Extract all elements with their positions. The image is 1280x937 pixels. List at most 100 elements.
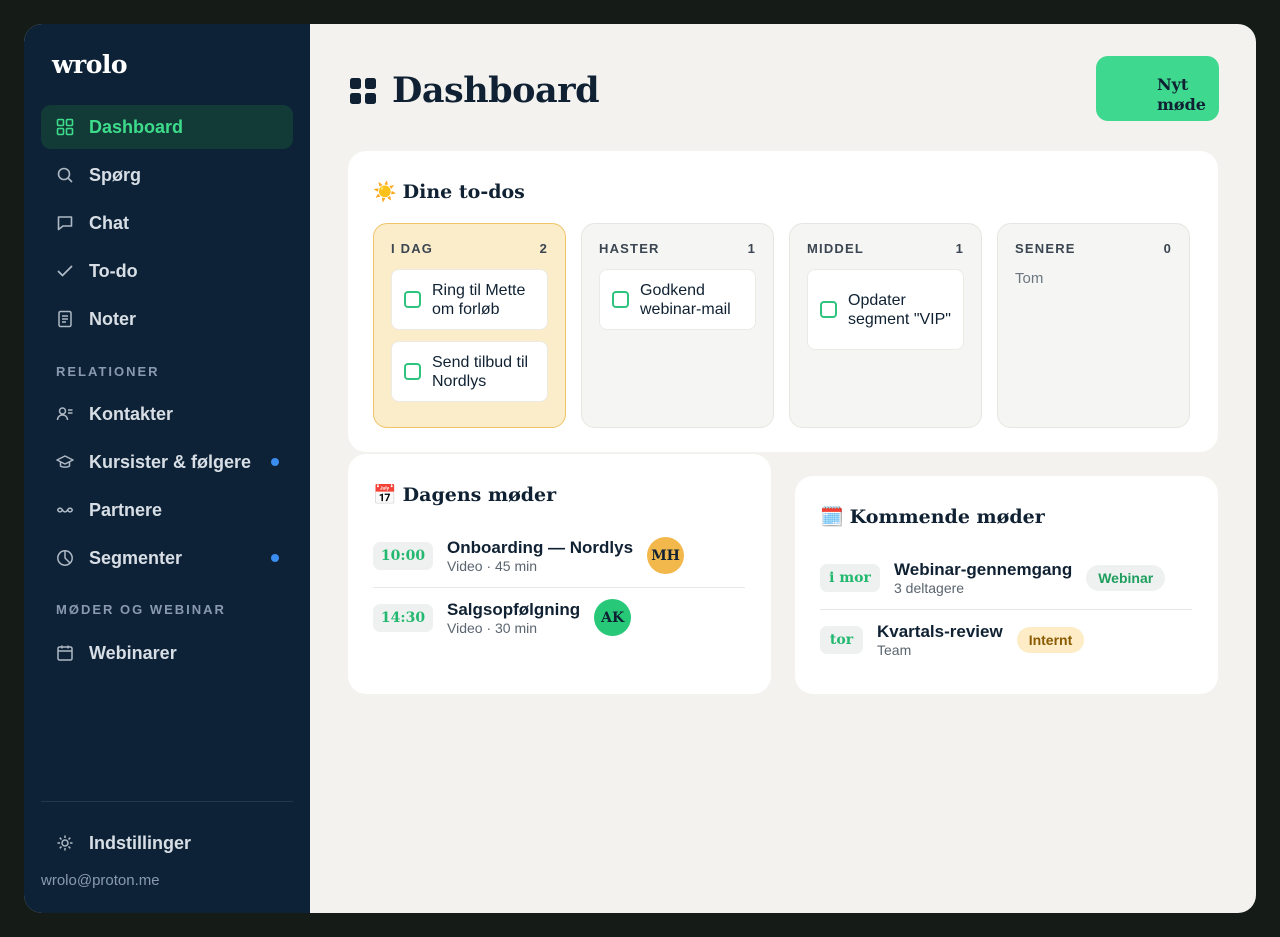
todo-item[interactable]: Opdater segment "VIP" [807, 269, 964, 350]
sidebar-item-label: Partnere [89, 499, 163, 520]
page-title: Dashboard [392, 70, 600, 111]
sidebar-item-dashboard[interactable]: Dashboard [41, 105, 293, 149]
contacts-icon [56, 405, 74, 423]
chat-icon [56, 214, 74, 232]
sidebar-item-noter[interactable]: Noter [41, 297, 293, 341]
spiral-calendar-icon: 🗓️ [820, 506, 844, 528]
notification-dot [271, 554, 279, 562]
column-label: I DAG [391, 241, 434, 256]
calendar-icon [56, 644, 74, 662]
new-meeting-button[interactable]: Nyt møde [1096, 56, 1219, 121]
meeting-day: tor [820, 626, 863, 654]
meeting-time: 14:30 [373, 603, 433, 632]
upcoming-meeting-row[interactable]: i mor Webinar-gennemgang 3 deltagere Web… [820, 560, 1166, 596]
todo-checkbox[interactable] [404, 363, 421, 380]
todo-text: Godkend webinar-mail [640, 281, 731, 318]
todo-item[interactable]: Send tilbud til Nordlys [391, 341, 548, 402]
sidebar-item-label: Webinarer [89, 642, 177, 663]
todo-checkbox[interactable] [612, 291, 629, 308]
main-content: Dashboard Nyt møde ☀️ Dine to-dos I DAG … [310, 24, 1256, 913]
sidebar-item-segmenter[interactable]: Segmenter [41, 536, 293, 580]
sidebar-item-label: Noter [89, 308, 137, 329]
column-label: HASTER [599, 241, 660, 256]
column-header: MIDDEL 1 [807, 241, 964, 256]
today-meetings-title: 📅 Dagens møder [373, 483, 557, 507]
column-header: I DAG 2 [391, 241, 548, 256]
column-count: 1 [747, 241, 756, 256]
calendar-emoji-icon: 📅 [373, 484, 397, 506]
row-divider [820, 609, 1192, 610]
sidebar-item-kontakter[interactable]: Kontakter [41, 392, 293, 436]
column-label: SENERE [1015, 241, 1076, 256]
meeting-info: Onboarding — Nordlys Video · 45 min [447, 538, 633, 574]
meeting-row[interactable]: 14:30 Salgsopfølgning Video · 30 min AK [373, 599, 632, 636]
graduation-cap-icon [56, 453, 74, 471]
notification-dot [271, 458, 279, 466]
sidebar-item-kursister[interactable]: Kursister & følgere [41, 440, 293, 484]
today-meetings-title-text: Dagens møder [402, 483, 557, 506]
page-header: Dashboard [350, 70, 600, 111]
sidebar-divider [41, 801, 293, 802]
dashboard-grid-icon [350, 77, 376, 104]
upcoming-meetings-title: 🗓️ Kommende møder [820, 505, 1045, 529]
meeting-name: Salgsopfølgning [447, 599, 581, 619]
todo-text: Ring til Mette om forløb [432, 281, 526, 318]
column-count: 1 [955, 241, 964, 256]
sidebar-item-todo[interactable]: To-do [41, 249, 293, 293]
sidebar-item-label: Spørg [89, 164, 141, 185]
meeting-details: Team [877, 642, 912, 658]
upcoming-meetings-card: 🗓️ Kommende møder i mor Webinar-gennemga… [795, 476, 1218, 694]
todo-checkbox[interactable] [820, 301, 837, 318]
meeting-info: Webinar-gennemgang 3 deltagere [894, 560, 1072, 596]
user-email: wrolo@proton.me [41, 872, 160, 889]
grid-icon [56, 118, 74, 136]
sidebar: wrolo Dashboard Spørg Chat To-do Noter R… [24, 24, 310, 913]
sidebar-item-settings[interactable]: Indstillinger [41, 821, 293, 865]
todo-text: Opdater segment "VIP" [848, 291, 951, 328]
meeting-info: Salgsopfølgning Video · 30 min [447, 600, 580, 636]
sidebar-item-chat[interactable]: Chat [41, 201, 293, 245]
meeting-details: Video · 30 min [447, 619, 538, 636]
upcoming-meetings-title-text: Kommende møder [849, 505, 1045, 528]
sun-icon: ☀️ [373, 181, 397, 203]
todo-column-medium: MIDDEL 1 Opdater segment "VIP" [789, 223, 982, 428]
column-header: HASTER 1 [599, 241, 756, 256]
handshake-icon [56, 501, 74, 519]
column-count: 0 [1163, 241, 1172, 256]
meeting-details: Video · 45 min [447, 557, 538, 574]
sidebar-item-spoerg[interactable]: Spørg [41, 153, 293, 197]
sidebar-item-label: Chat [89, 212, 129, 233]
todo-column-today: I DAG 2 Ring til Mette om forløb Send ti… [373, 223, 566, 428]
meeting-name: Onboarding — Nordlys [447, 537, 634, 557]
todo-column-urgent: HASTER 1 Godkend webinar-mail [581, 223, 774, 428]
app-window: wrolo Dashboard Spørg Chat To-do Noter R… [24, 24, 1256, 913]
notes-icon [56, 310, 74, 328]
todo-text: Send tilbud til Nordlys [432, 353, 529, 390]
today-meetings-card: 📅 Dagens møder 10:00 Onboarding — Nordly… [348, 454, 771, 694]
meeting-name: Kvartals-review [877, 622, 1003, 641]
sidebar-item-partnere[interactable]: Partnere [41, 488, 293, 532]
avatar: AK [594, 599, 632, 636]
meeting-name: Webinar-gennemgang [894, 560, 1073, 579]
gear-icon [56, 834, 74, 852]
todo-checkbox[interactable] [404, 291, 421, 308]
meeting-day: i mor [820, 564, 880, 592]
search-icon [56, 166, 74, 184]
todo-column-later: SENERE 0 Tom [997, 223, 1190, 428]
meeting-tag: Webinar [1086, 565, 1166, 591]
meeting-row[interactable]: 10:00 Onboarding — Nordlys Video · 45 mi… [373, 537, 685, 574]
column-count: 2 [539, 241, 548, 256]
sidebar-item-label: Segmenter [89, 547, 183, 568]
upcoming-meeting-row[interactable]: tor Kvartals-review Team Internt [820, 622, 1085, 658]
section-label-meetings: MØDER OG WEBINAR [56, 602, 226, 617]
pie-chart-icon [56, 549, 74, 567]
column-label: MIDDEL [807, 241, 865, 256]
sidebar-item-label: Indstillinger [89, 832, 192, 853]
empty-state: Tom [1015, 270, 1044, 287]
todo-item[interactable]: Ring til Mette om forløb [391, 269, 548, 330]
check-icon [56, 262, 74, 280]
avatar: MH [647, 537, 685, 574]
sidebar-item-label: Kontakter [89, 403, 174, 424]
sidebar-item-webinarer[interactable]: Webinarer [41, 631, 293, 675]
todo-item[interactable]: Godkend webinar-mail [599, 269, 756, 330]
